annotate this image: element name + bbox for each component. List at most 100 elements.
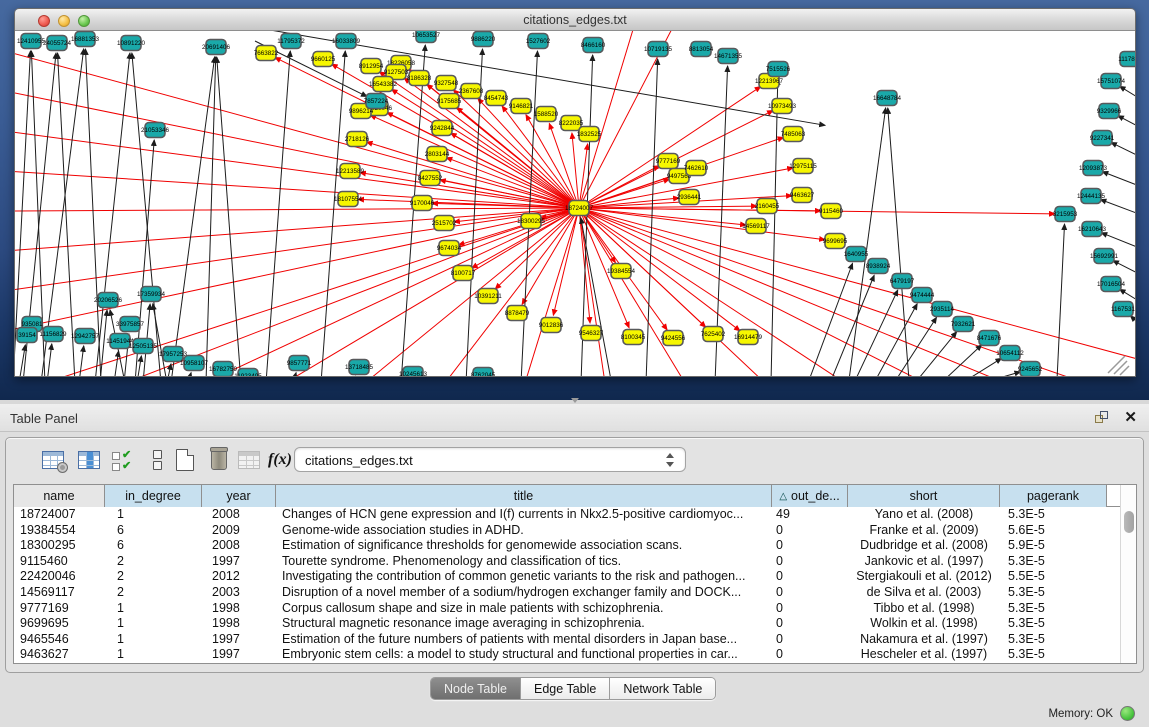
node-table[interactable]: namein_degreeyeartitle△out_de...shortpag… [13,484,1137,664]
graph-node[interactable]: 10958107 [180,356,209,371]
graph-edge[interactable] [266,51,290,377]
graph-node[interactable]: 2515702 [432,216,457,231]
cell-in_degree[interactable]: 2 [105,569,202,585]
graph-edge[interactable] [579,87,761,208]
dropdown-spinner-icon[interactable] [665,451,676,469]
network-graph[interactable]: 1872400776638229660125891295418226058912… [15,31,1136,377]
graph-node[interactable]: 1640955 [844,247,869,262]
graph-edge[interactable] [15,208,579,331]
graph-node[interactable]: 7932621 [951,317,976,332]
cell-pagerank[interactable]: 5.9E-5 [1000,538,1107,554]
splitter-collapse-arrow[interactable] [571,398,579,403]
cell-short[interactable]: Dudbridge et al. (2008) [848,538,1000,554]
cell-pagerank[interactable]: 5.3E-5 [1000,647,1107,663]
network-canvas[interactable]: 1872400776638229660125891295418226058912… [15,31,1136,377]
graph-edge[interactable] [15,208,579,211]
table-row[interactable]: 2242004622012Investigating the contribut… [14,569,1121,585]
graph-edge[interactable] [15,171,579,208]
graph-edge[interactable] [15,131,579,208]
graph-node[interactable]: 19384554 [607,264,636,279]
cell-in_degree[interactable]: 1 [105,647,202,663]
cell-name[interactable]: 18724007 [14,507,105,523]
graph-node[interactable]: 11451944 [106,334,134,349]
graph-edge[interactable] [188,373,191,377]
cell-name[interactable]: 18300295 [14,538,105,554]
tab-network-table[interactable]: Network Table [610,678,715,699]
cell-name[interactable]: 19384554 [14,523,105,539]
graph-node[interactable]: 8100345 [621,330,646,345]
function-builder-icon[interactable]: f(x) [268,451,292,469]
graph-node[interactable]: 8427552 [418,171,443,186]
new-table-icon[interactable] [172,448,198,474]
graph-node[interactable]: 13718485 [345,360,374,375]
graph-node[interactable]: 9777169 [656,154,681,169]
cell-in_degree[interactable]: 1 [105,632,202,648]
graph-node[interactable]: 9170046 [410,196,435,211]
column-header-out_de[interactable]: △out_de... [772,485,848,507]
graph-node[interactable]: 7485063 [781,127,806,142]
graph-node[interactable]: 1588520 [534,107,559,122]
graph-node[interactable]: 8100717 [451,266,476,281]
cell-year[interactable]: 2009 [202,523,276,539]
cell-out_de[interactable]: 0 [772,538,848,554]
cell-pagerank[interactable]: 5.6E-5 [1000,523,1107,539]
cell-out_de[interactable]: 0 [772,523,848,539]
graph-node[interactable]: 9463627 [790,188,815,203]
graph-node[interactable]: 10719135 [644,42,673,57]
graph-node[interactable]: 7663822 [254,46,279,61]
delete-table-icon[interactable] [206,448,232,474]
graph-node[interactable]: 24055724 [43,36,72,51]
graph-node[interactable]: 9660125 [311,52,336,67]
column-header-name[interactable]: name [14,485,105,507]
graph-node[interactable]: 8813054 [689,42,714,57]
cell-out_de[interactable]: 0 [772,616,848,632]
graph-edge[interactable] [1057,224,1065,377]
table-row[interactable]: 969969511998Structural magnetic resonanc… [14,616,1121,632]
cell-short[interactable]: Wolkin et al. (1998) [848,616,1000,632]
table-row[interactable]: 1938455462009Genome-wide association stu… [14,523,1121,539]
graph-node[interactable]: 7462610 [684,161,709,176]
graph-node[interactable]: 9146821 [509,99,534,114]
graph-edge[interactable] [1100,200,1136,217]
graph-edge[interactable] [353,376,355,377]
cell-out_de[interactable]: 0 [772,601,848,617]
graph-edge[interactable] [15,208,579,251]
graph-node[interactable]: 20691406 [202,40,231,55]
cell-title[interactable]: Estimation of significance thresholds fo… [276,538,772,554]
graph-node[interactable]: 8186328 [407,71,432,86]
graph-edge[interactable] [321,51,345,377]
graph-node[interactable]: 2718126 [345,132,370,147]
graph-edge[interactable] [114,351,119,377]
cell-year[interactable]: 1997 [202,554,276,570]
column-header-year[interactable]: year [202,485,276,507]
cell-in_degree[interactable]: 6 [105,523,202,539]
cell-year[interactable]: 2003 [202,585,276,601]
graph-node[interactable]: 10973493 [768,99,797,114]
cell-name[interactable]: 9465546 [14,632,105,648]
tab-edge-table[interactable]: Edge Table [521,678,610,699]
cell-in_degree[interactable]: 1 [105,507,202,523]
cell-in_degree[interactable]: 1 [105,616,202,632]
graph-edge[interactable] [581,218,611,377]
graph-edge[interactable] [137,356,141,377]
cell-name[interactable]: 9699695 [14,616,105,632]
graph-node[interactable]: 9012836 [539,318,564,333]
graph-node[interactable]: 7625402 [701,327,726,342]
graph-edge[interactable] [579,208,740,331]
cell-year[interactable]: 1997 [202,647,276,663]
table-row[interactable]: 946362711997Embryonic stem cells: a mode… [14,647,1121,663]
graph-node[interactable]: 10891220 [117,36,146,51]
graph-node[interactable]: 2367608 [459,84,484,99]
graph-edge[interactable] [15,208,579,291]
cell-year[interactable]: 1998 [202,601,276,617]
graph-node[interactable]: 17016504 [1097,277,1126,292]
cell-pagerank[interactable]: 5.3E-5 [1000,554,1107,570]
graph-node[interactable]: 11795372 [277,34,305,49]
cell-title[interactable]: Disruption of a novel member of a sodium… [276,585,772,601]
cell-out_de[interactable]: 49 [772,507,848,523]
graph-node[interactable]: 9242844 [430,121,455,136]
tab-node-table[interactable]: Node Table [431,678,521,699]
graph-node[interactable]: 8471676 [977,331,1002,346]
row-stack-icon[interactable] [144,448,170,474]
graph-node[interactable]: 12213589 [336,164,365,179]
